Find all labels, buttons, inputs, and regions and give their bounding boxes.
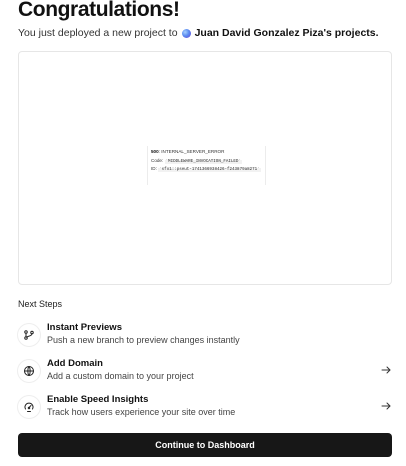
error-code-value: `MIDDLEWARE_INVOCATION_FAILED`: [164, 159, 242, 164]
step-add-domain[interactable]: Add Domain Add a custom domain to your p…: [18, 356, 392, 386]
deployment-success-page: Congratulations! You just deployed a new…: [0, 0, 406, 466]
step-title: Enable Speed Insights: [47, 394, 149, 405]
arrow-right-icon[interactable]: [380, 400, 392, 412]
step-description: Push a new branch to preview changes ins…: [47, 335, 240, 345]
page-title: Congratulations!: [18, 0, 180, 21]
error-id-value: `sfo1::pseut-1741366938426-f243879a8271`: [158, 168, 261, 173]
gauge-icon: [18, 396, 40, 418]
page-subtitle: You just deployed a new project to Juan …: [18, 27, 379, 39]
error-id-line: ID: `sfo1::pseut-1741366938426-f243879a8…: [151, 166, 265, 173]
step-title: Add Domain: [47, 358, 103, 369]
step-title: Instant Previews: [47, 322, 122, 333]
globe-icon: [18, 360, 40, 382]
step-description: Track how users experience your site ove…: [47, 407, 236, 417]
arrow-right-icon[interactable]: [380, 364, 392, 376]
next-steps-heading: Next Steps: [18, 299, 63, 309]
error-title: 500: INTERNAL_SERVER_ERROR: [151, 149, 265, 155]
step-instant-previews[interactable]: Instant Previews Push a new branch to pr…: [18, 320, 392, 350]
git-branch-icon: [18, 324, 40, 346]
step-description: Add a custom domain to your project: [47, 371, 194, 381]
continue-to-dashboard-button[interactable]: Continue to Dashboard: [18, 433, 392, 457]
error-code-line: Code: `MIDDLEWARE_INVOCATION_FAILED`: [151, 157, 265, 164]
subtitle-text: You just deployed a new project to: [18, 27, 178, 39]
error-id-label: ID:: [151, 166, 157, 172]
team-name: Juan David Gonzalez Piza's projects.: [194, 27, 379, 39]
step-speed-insights[interactable]: Enable Speed Insights Track how users ex…: [18, 392, 392, 422]
error-name: : INTERNAL_SERVER_ERROR: [158, 149, 225, 154]
error-message: 500: INTERNAL_SERVER_ERROR Code: `MIDDLE…: [147, 146, 266, 185]
error-code: 500: [151, 149, 159, 154]
team-avatar: [181, 28, 191, 38]
error-code-label: Code:: [151, 157, 164, 163]
deployment-preview[interactable]: 500: INTERNAL_SERVER_ERROR Code: `MIDDLE…: [18, 51, 392, 285]
